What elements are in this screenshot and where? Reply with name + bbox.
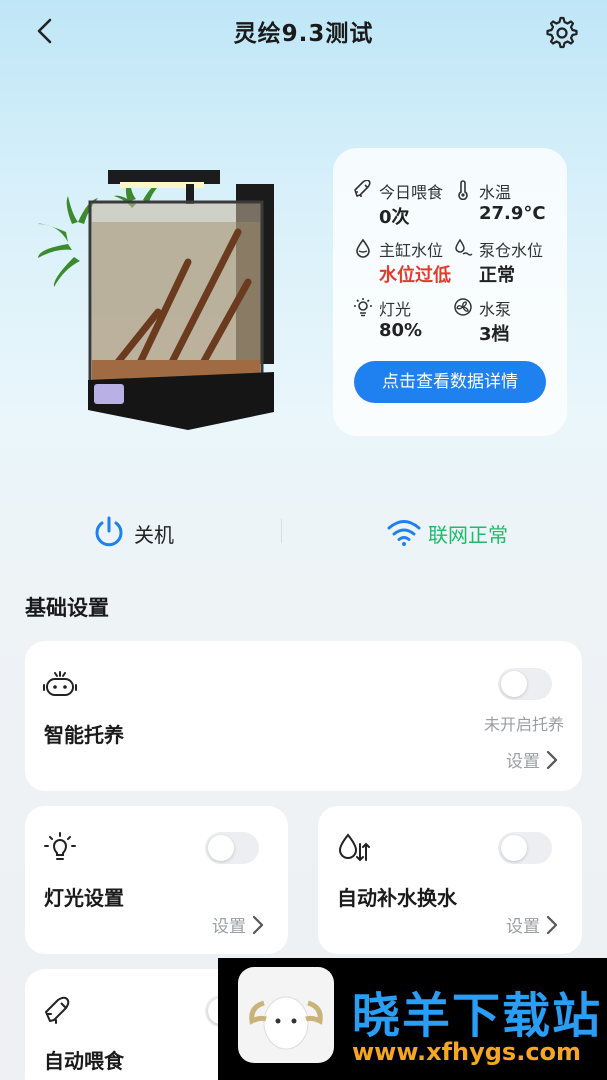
gear-icon bbox=[546, 16, 578, 49]
stat-value: 水位过低 bbox=[379, 265, 451, 286]
power-icon[interactable] bbox=[92, 515, 126, 549]
section-title: 基础设置 bbox=[25, 596, 109, 620]
toggle-knob bbox=[501, 835, 527, 861]
aquarium-image bbox=[38, 162, 328, 442]
toggle-knob bbox=[208, 835, 234, 861]
tile-auto-water: 自动补水换水 设置 bbox=[318, 806, 582, 954]
device-status-row: 关机 联网正常 bbox=[0, 505, 607, 559]
settings-link-label: 设置 bbox=[506, 917, 540, 937]
smart-care-toggle[interactable] bbox=[498, 668, 552, 700]
watermark-name: 晓羊下载站 bbox=[352, 988, 603, 1044]
tile-title: 灯光设置 bbox=[44, 886, 124, 910]
rocket-icon bbox=[45, 996, 70, 1024]
stat-label: 主缸水位 bbox=[379, 241, 444, 260]
stat-value: 80% bbox=[379, 320, 423, 341]
sheep-logo-icon bbox=[238, 967, 334, 1063]
stat-label: 泵仓水位 bbox=[479, 241, 544, 260]
settings-link-label: 设置 bbox=[506, 752, 540, 772]
page-title: 灵绘9.3测试 bbox=[233, 21, 374, 47]
water-settings-link[interactable]: 设置 bbox=[506, 912, 558, 937]
divider bbox=[281, 519, 282, 543]
power-label[interactable]: 关机 bbox=[134, 519, 174, 548]
settings-button[interactable] bbox=[543, 14, 581, 50]
toggle-knob bbox=[501, 671, 527, 697]
top-bar: 灵绘9.3测试 bbox=[0, 0, 607, 64]
smart-care-status: 未开启托养 bbox=[483, 715, 564, 734]
tile-title: 智能托养 bbox=[44, 723, 124, 747]
light-icon bbox=[354, 298, 372, 317]
stat-label: 今日喂食 bbox=[379, 183, 444, 202]
view-details-button[interactable]: 点击查看数据详情 bbox=[354, 361, 546, 403]
stat-value: 正常 bbox=[479, 265, 515, 286]
water-level-icon bbox=[455, 238, 473, 256]
stat-value: 3档 bbox=[479, 324, 510, 345]
stat-label: 水温 bbox=[479, 183, 512, 202]
smart-care-settings-link[interactable]: 设置 bbox=[506, 747, 558, 772]
watermark-url: www.xfhygs.com bbox=[352, 1038, 582, 1066]
robot-icon bbox=[43, 671, 77, 696]
fan-icon bbox=[454, 298, 472, 316]
stat-value: 27.9°C bbox=[479, 203, 546, 224]
chevron-right-icon bbox=[546, 750, 558, 770]
light-settings-link[interactable]: 设置 bbox=[212, 912, 264, 937]
light-toggle[interactable] bbox=[205, 832, 259, 864]
chevron-right-icon bbox=[252, 915, 264, 935]
tile-light-settings: 灯光设置 设置 bbox=[25, 806, 288, 954]
network-status-label: 联网正常 bbox=[428, 523, 508, 547]
bulb-icon bbox=[44, 832, 76, 860]
settings-link-label: 设置 bbox=[212, 917, 246, 937]
tile-title: 自动喂食 bbox=[44, 1049, 124, 1073]
thermometer-icon bbox=[458, 180, 468, 200]
stat-label: 水泵 bbox=[479, 300, 512, 319]
tile-title: 自动补水换水 bbox=[337, 886, 457, 910]
watermark-banner: 晓羊下载站 www.xfhygs.com bbox=[218, 958, 607, 1080]
chevron-right-icon bbox=[546, 915, 558, 935]
stat-label: 灯光 bbox=[379, 300, 412, 319]
water-toggle[interactable] bbox=[498, 832, 552, 864]
water-exchange-icon bbox=[338, 833, 370, 862]
water-drop-icon bbox=[356, 238, 370, 258]
stat-value: 0次 bbox=[379, 207, 410, 228]
wifi-icon bbox=[387, 520, 421, 546]
status-card: 今日喂食 0次 水温 27.9°C 主缸水位 水位过低 泵仓水位 正常 灯光 8… bbox=[333, 148, 567, 436]
rocket-icon bbox=[354, 180, 371, 197]
tile-smart-care: 智能托养 未开启托养 设置 bbox=[25, 641, 582, 791]
